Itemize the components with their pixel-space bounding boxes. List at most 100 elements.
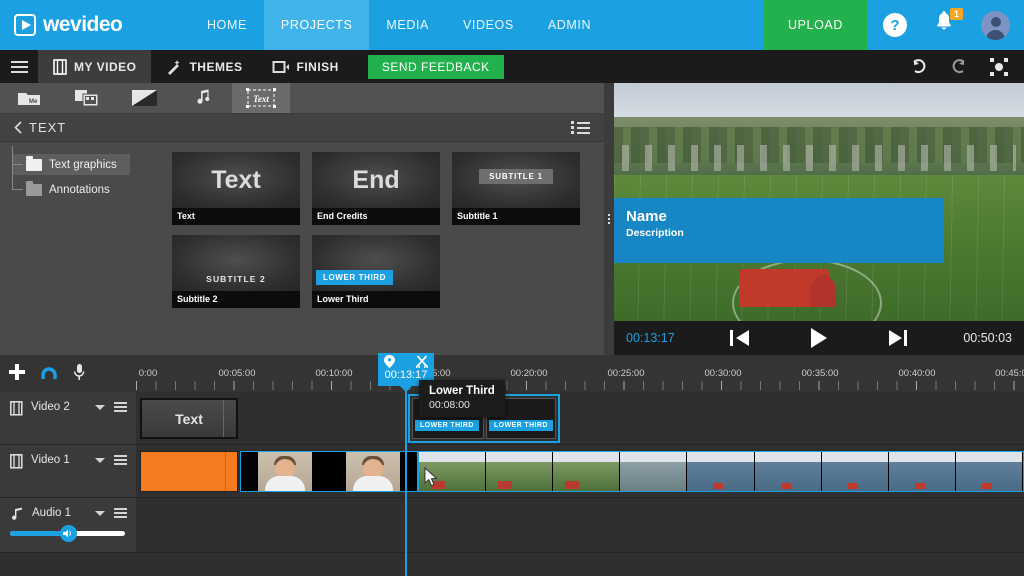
media-tab-media[interactable]: Me	[0, 83, 58, 113]
ruler-tick: 00:10:00	[316, 368, 353, 379]
film-icon	[10, 454, 23, 469]
film-icon	[10, 401, 23, 416]
media-tab-bar: Me	[0, 83, 604, 114]
template-preview: Text	[172, 152, 300, 208]
current-time: 00:13:17	[626, 331, 675, 345]
wand-icon	[166, 59, 182, 75]
marker-icon[interactable]	[384, 355, 395, 368]
send-feedback-button[interactable]: SEND FEEDBACK	[368, 55, 504, 79]
clip-text[interactable]: Text	[140, 398, 238, 439]
tree-item-text-graphics[interactable]: Text graphics	[12, 154, 130, 175]
panel-resize-handle[interactable]	[604, 83, 614, 355]
film-icon	[53, 59, 67, 75]
tree-item-text-graphics-label: Text graphics	[49, 159, 117, 171]
tab-themes-label: THEMES	[189, 60, 242, 74]
lower-third-overlay[interactable]: Name Description	[614, 198, 944, 263]
media-tab-text[interactable]: Text	[232, 83, 290, 113]
media-tab-graphics[interactable]	[116, 83, 174, 113]
track-menu-icon[interactable]	[114, 508, 127, 518]
clip-aerial-footage[interactable]	[418, 451, 1024, 492]
notification-badge: 1	[950, 8, 963, 20]
nav-media[interactable]: MEDIA	[369, 0, 446, 50]
template-tile-subtitle-2[interactable]: SUBTITLE 2 Subtitle 2	[172, 235, 300, 308]
track-body-audio-1[interactable]	[136, 498, 1024, 552]
skip-back-button[interactable]	[729, 329, 751, 347]
undo-icon[interactable]	[910, 58, 928, 76]
tooltip-title: Lower Third	[429, 385, 495, 397]
track-header-audio-1[interactable]: Audio 1	[0, 498, 136, 552]
text-icon: Text	[246, 88, 276, 108]
playhead-line[interactable]	[405, 388, 407, 576]
media-tab-audio[interactable]	[174, 83, 232, 113]
fullscreen-icon[interactable]	[990, 58, 1008, 76]
track-body-video-1[interactable]	[136, 445, 1024, 497]
chevron-left-icon	[14, 121, 22, 134]
help-icon[interactable]: ?	[883, 13, 907, 37]
folder-icon	[26, 184, 42, 196]
clip-interview[interactable]	[240, 451, 418, 492]
volume-slider[interactable]	[10, 531, 125, 536]
track-menu-icon[interactable]	[114, 455, 127, 465]
add-icon[interactable]	[8, 363, 26, 381]
wevideo-logo[interactable]: wevideo	[0, 13, 180, 37]
track-audio-1: Audio 1	[0, 498, 1024, 553]
video-canvas[interactable]: Name Description	[614, 83, 1024, 321]
volume-knob[interactable]	[60, 525, 77, 542]
nav-admin[interactable]: ADMIN	[531, 0, 608, 50]
track-body-video-2[interactable]: Text LOWER THIRD LOWER THIRD Lower Third…	[136, 392, 1024, 444]
redo-icon[interactable]	[950, 58, 968, 76]
template-caption: Subtitle 2	[172, 291, 300, 308]
play-button[interactable]	[809, 327, 829, 349]
breadcrumb-back-button[interactable]: TEXT	[14, 120, 66, 135]
microphone-icon[interactable]	[72, 363, 86, 381]
track-menu-icon[interactable]	[114, 402, 127, 412]
track-video-2: Video 2 Text LOWER THIRD LOWER THIRD Low…	[0, 392, 1024, 445]
media-library-panel: Me	[0, 83, 604, 355]
track-header-video-2[interactable]: Video 2	[0, 392, 136, 444]
ruler-tick: 00:30:00	[705, 368, 742, 379]
player-controls-bar: 00:13:17 00:50:03	[614, 321, 1024, 355]
preview-player: Name Description 00:13:17 00:50:03	[614, 83, 1024, 355]
logo-text: wevideo	[43, 13, 122, 37]
tab-my-video[interactable]: MY VIDEO	[38, 50, 151, 83]
tab-my-video-label: MY VIDEO	[74, 60, 136, 74]
speaker-icon	[63, 529, 74, 538]
menu-icon[interactable]	[0, 61, 38, 73]
top-right-actions: UPLOAD ? 1	[764, 0, 1024, 50]
notifications-button[interactable]: 1	[933, 10, 959, 40]
svg-text:Me: Me	[29, 99, 38, 105]
upload-button[interactable]: UPLOAD	[764, 0, 867, 50]
gradient-icon	[132, 89, 158, 107]
chevron-down-icon[interactable]	[95, 458, 105, 463]
template-preview-text: LOWER THIRD	[316, 270, 393, 285]
template-tile-lower-third[interactable]: LOWER THIRD Lower Third	[312, 235, 440, 308]
timeline-ruler[interactable]: 0:00 00:05:00 00:10:00 00:15:00 00:20:00…	[136, 355, 1024, 392]
avatar[interactable]	[981, 11, 1010, 40]
nav-projects[interactable]: PROJECTS	[264, 0, 369, 50]
template-tile-end-credits[interactable]: End End Credits	[312, 152, 440, 225]
tab-finish[interactable]: FINISH	[257, 50, 353, 83]
magnet-snap-icon[interactable]	[40, 363, 58, 381]
chevron-down-icon[interactable]	[95, 511, 105, 516]
ruler-tick: 0:00	[139, 368, 158, 379]
template-grid: Text Text End End Credits SUBTITLE 1 Sub…	[168, 142, 604, 355]
template-preview-text: SUBTITLE 1	[479, 169, 553, 184]
template-tile-subtitle-1[interactable]: SUBTITLE 1 Subtitle 1	[452, 152, 580, 225]
mouse-cursor	[424, 467, 440, 489]
media-tab-transitions[interactable]	[58, 83, 116, 113]
template-tile-text[interactable]: Text Text	[172, 152, 300, 225]
template-preview: End	[312, 152, 440, 208]
timeline-toolbar: 0:00 00:05:00 00:10:00 00:15:00 00:20:00…	[0, 355, 1024, 392]
nav-home[interactable]: HOME	[190, 0, 264, 50]
scissors-icon[interactable]	[416, 355, 428, 368]
tab-themes[interactable]: THEMES	[151, 50, 257, 83]
template-caption: Subtitle 1	[452, 208, 580, 225]
track-header-video-1[interactable]: Video 1	[0, 445, 136, 497]
list-view-icon[interactable]	[571, 121, 590, 134]
tree-item-annotations[interactable]: Annotations	[12, 179, 130, 200]
skip-forward-button[interactable]	[887, 329, 909, 347]
clip-orange[interactable]	[140, 451, 238, 492]
track-video-1: Video 1	[0, 445, 1024, 498]
nav-videos[interactable]: VIDEOS	[446, 0, 531, 50]
chevron-down-icon[interactable]	[95, 405, 105, 410]
